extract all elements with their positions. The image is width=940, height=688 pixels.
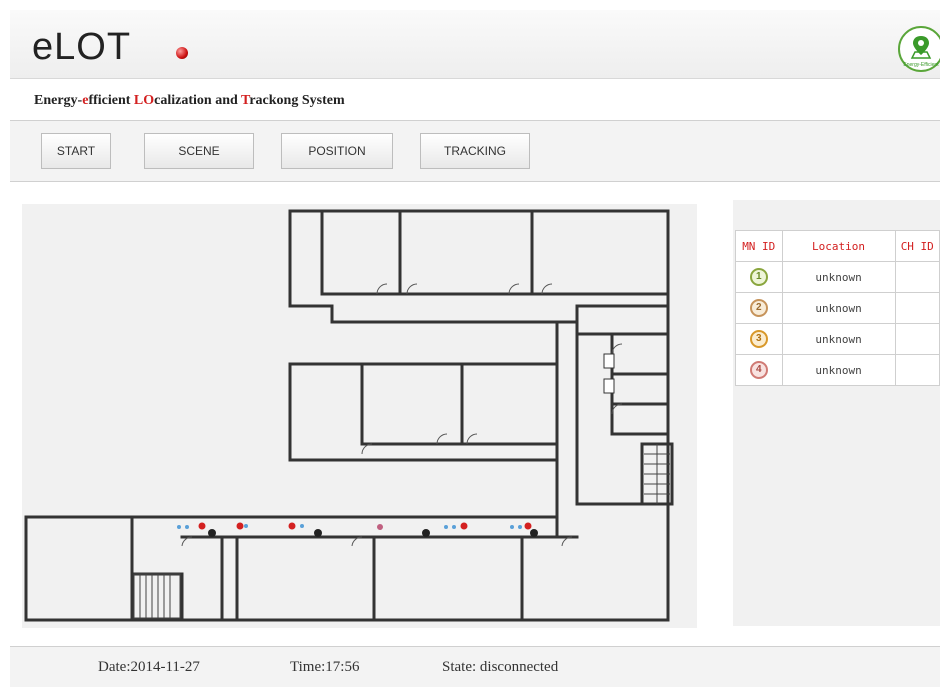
node-id-badge: 4 [749,361,768,379]
connection-state-label: State: disconnected [442,659,559,675]
connection-status-icon [176,47,188,59]
ch-id-cell [894,323,940,355]
ch-id-cell [894,261,940,293]
time-label: Time:17:56 [290,659,360,675]
scene-button[interactable]: SCENE [144,133,254,169]
subtitle-part: LO [133,93,155,108]
date-label: Date:2014-11-27 [98,659,200,675]
position-button[interactable]: POSITION [281,133,393,169]
status-bar: Date:2014-11-27 Time:17:56 State: discon… [10,646,940,687]
nav-bar: START SCENE POSITION TRACKING [10,120,940,182]
floor-plan-map[interactable] [22,204,697,628]
subtitle-part: Energy- [34,93,83,108]
app-title: eLOT [32,26,132,68]
subtitle-part: fficient [88,93,134,108]
node-id-badge: 2 [749,299,768,317]
table-row: 1 unknown [735,261,940,293]
location-cell: unknown [781,292,896,324]
column-header-location: Location [781,230,896,262]
ch-id-cell [894,292,940,324]
node-id-badge: 3 [749,330,768,348]
column-header-ch-id: CH ID [894,230,940,262]
tracking-button[interactable]: TRACKING [420,133,530,169]
node-id-badge: 1 [749,268,768,286]
app-header: eLOT Energy-Efficient [10,10,940,79]
subtitle-part: rackong System [249,93,345,108]
location-cell: unknown [781,354,896,386]
table-row: 4 unknown [735,354,940,386]
subtitle-part: calization and [154,93,242,108]
energy-efficient-logo: Energy-Efficient [898,26,940,72]
column-header-mn-id: MN ID [735,230,783,262]
table-row: 2 unknown [735,292,940,324]
start-button[interactable]: START [41,133,111,169]
logo-text: Energy-Efficient [903,62,939,68]
node-table: MN ID Location CH ID 1 unknown 2 unknown… [735,230,940,386]
location-cell: unknown [781,261,896,293]
location-cell: unknown [781,323,896,355]
system-subtitle: Energy-efficient LOcalization and Tracko… [34,93,345,109]
table-row: 3 unknown [735,323,940,355]
floor-plan-svg [24,209,674,622]
ch-id-cell [894,354,940,386]
